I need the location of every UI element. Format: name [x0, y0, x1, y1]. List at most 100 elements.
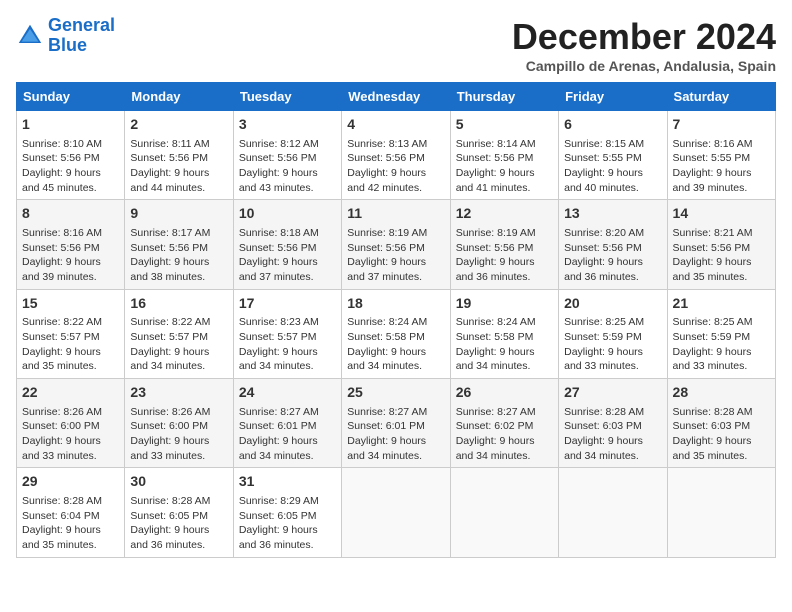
day-cell: 5Sunrise: 8:14 AMSunset: 5:56 PMDaylight… — [450, 111, 558, 200]
day-info-line: Sunset: 5:55 PM — [564, 151, 661, 166]
day-cell: 31Sunrise: 8:29 AMSunset: 6:05 PMDayligh… — [233, 468, 341, 557]
day-info-line: and 38 minutes. — [130, 270, 227, 285]
day-info-line: Sunset: 5:56 PM — [347, 241, 444, 256]
day-number: 27 — [564, 383, 661, 403]
logo-line2: Blue — [48, 35, 87, 55]
day-info-line: and 33 minutes. — [673, 359, 770, 374]
day-cell: 1Sunrise: 8:10 AMSunset: 5:56 PMDaylight… — [17, 111, 125, 200]
day-info-line: Daylight: 9 hours — [22, 345, 119, 360]
day-info-line: Sunrise: 8:19 AM — [347, 226, 444, 241]
day-info-line: Sunset: 5:57 PM — [130, 330, 227, 345]
day-info-line: Sunrise: 8:11 AM — [130, 137, 227, 152]
day-info-line: and 35 minutes. — [673, 449, 770, 464]
title-block: December 2024 Campillo de Arenas, Andalu… — [512, 16, 776, 74]
day-info-line: Sunset: 5:56 PM — [130, 241, 227, 256]
day-info-line: Sunrise: 8:25 AM — [673, 315, 770, 330]
day-info-line: Sunset: 5:56 PM — [564, 241, 661, 256]
col-header-monday: Monday — [125, 83, 233, 111]
day-cell: 19Sunrise: 8:24 AMSunset: 5:58 PMDayligh… — [450, 289, 558, 378]
col-header-sunday: Sunday — [17, 83, 125, 111]
month-year: December 2024 — [512, 16, 776, 58]
day-info-line: Daylight: 9 hours — [564, 166, 661, 181]
day-info-line: Sunset: 5:56 PM — [239, 241, 336, 256]
day-info-line: Daylight: 9 hours — [239, 345, 336, 360]
day-info-line: Sunset: 5:58 PM — [456, 330, 553, 345]
logo-text: General Blue — [48, 16, 115, 56]
day-info-line: Sunrise: 8:27 AM — [239, 405, 336, 420]
day-info-line: and 34 minutes. — [564, 449, 661, 464]
day-number: 10 — [239, 204, 336, 224]
day-info-line: and 34 minutes. — [347, 449, 444, 464]
day-cell: 18Sunrise: 8:24 AMSunset: 5:58 PMDayligh… — [342, 289, 450, 378]
day-number: 25 — [347, 383, 444, 403]
day-number: 21 — [673, 294, 770, 314]
day-number: 14 — [673, 204, 770, 224]
day-info-line: Sunrise: 8:28 AM — [673, 405, 770, 420]
day-info-line: and 36 minutes. — [456, 270, 553, 285]
day-info-line: and 33 minutes. — [22, 449, 119, 464]
day-number: 28 — [673, 383, 770, 403]
day-number: 22 — [22, 383, 119, 403]
day-info-line: Sunrise: 8:26 AM — [130, 405, 227, 420]
day-info-line: Sunrise: 8:21 AM — [673, 226, 770, 241]
day-number: 20 — [564, 294, 661, 314]
day-info-line: Daylight: 9 hours — [456, 255, 553, 270]
col-header-tuesday: Tuesday — [233, 83, 341, 111]
day-info-line: Sunset: 5:59 PM — [564, 330, 661, 345]
page-header: General Blue December 2024 Campillo de A… — [16, 16, 776, 74]
day-cell: 7Sunrise: 8:16 AMSunset: 5:55 PMDaylight… — [667, 111, 775, 200]
day-info-line: Sunset: 6:02 PM — [456, 419, 553, 434]
day-info-line: Daylight: 9 hours — [673, 255, 770, 270]
day-info-line: and 35 minutes. — [22, 359, 119, 374]
day-number: 1 — [22, 115, 119, 135]
day-info-line: Sunrise: 8:19 AM — [456, 226, 553, 241]
day-info-line: Sunset: 5:56 PM — [239, 151, 336, 166]
week-row-1: 1Sunrise: 8:10 AMSunset: 5:56 PMDaylight… — [17, 111, 776, 200]
week-row-2: 8Sunrise: 8:16 AMSunset: 5:56 PMDaylight… — [17, 200, 776, 289]
day-info-line: Daylight: 9 hours — [456, 345, 553, 360]
day-info-line: Sunrise: 8:16 AM — [673, 137, 770, 152]
day-info-line: Sunrise: 8:14 AM — [456, 137, 553, 152]
day-info-line: Daylight: 9 hours — [673, 434, 770, 449]
day-info-line: and 34 minutes. — [130, 359, 227, 374]
day-cell — [450, 468, 558, 557]
day-cell: 29Sunrise: 8:28 AMSunset: 6:04 PMDayligh… — [17, 468, 125, 557]
day-info-line: Sunset: 5:56 PM — [22, 241, 119, 256]
day-number: 30 — [130, 472, 227, 492]
day-info-line: Daylight: 9 hours — [239, 166, 336, 181]
day-info-line: Sunrise: 8:15 AM — [564, 137, 661, 152]
day-info-line: Daylight: 9 hours — [673, 166, 770, 181]
day-info-line: Sunset: 5:56 PM — [347, 151, 444, 166]
day-info-line: and 43 minutes. — [239, 181, 336, 196]
day-info-line: Daylight: 9 hours — [456, 166, 553, 181]
day-info-line: Sunrise: 8:24 AM — [347, 315, 444, 330]
calendar-header-row: SundayMondayTuesdayWednesdayThursdayFrid… — [17, 83, 776, 111]
day-info-line: Sunset: 5:56 PM — [130, 151, 227, 166]
logo-line1: General — [48, 15, 115, 35]
day-info-line: and 39 minutes. — [673, 181, 770, 196]
day-cell: 24Sunrise: 8:27 AMSunset: 6:01 PMDayligh… — [233, 379, 341, 468]
day-cell: 26Sunrise: 8:27 AMSunset: 6:02 PMDayligh… — [450, 379, 558, 468]
day-number: 5 — [456, 115, 553, 135]
day-info-line: and 37 minutes. — [239, 270, 336, 285]
day-info-line: and 39 minutes. — [22, 270, 119, 285]
day-cell — [667, 468, 775, 557]
day-number: 9 — [130, 204, 227, 224]
calendar-table: SundayMondayTuesdayWednesdayThursdayFrid… — [16, 82, 776, 558]
day-info-line: Sunset: 5:56 PM — [673, 241, 770, 256]
logo-icon — [16, 22, 44, 50]
day-info-line: and 33 minutes. — [130, 449, 227, 464]
day-info-line: Daylight: 9 hours — [130, 166, 227, 181]
day-info-line: Sunset: 6:05 PM — [130, 509, 227, 524]
day-cell — [342, 468, 450, 557]
day-info-line: Daylight: 9 hours — [564, 345, 661, 360]
day-number: 3 — [239, 115, 336, 135]
logo: General Blue — [16, 16, 115, 56]
day-cell: 14 Sunrise: 8:21 AMSunset: 5:56 PMDayligh… — [667, 200, 775, 289]
day-info-line: Sunrise: 8:24 AM — [456, 315, 553, 330]
day-info-line: Sunset: 5:56 PM — [456, 241, 553, 256]
day-number: 16 — [130, 294, 227, 314]
day-info-line: Sunrise: 8:16 AM — [22, 226, 119, 241]
day-info-line: Sunrise: 8:18 AM — [239, 226, 336, 241]
day-cell: 9Sunrise: 8:17 AMSunset: 5:56 PMDaylight… — [125, 200, 233, 289]
